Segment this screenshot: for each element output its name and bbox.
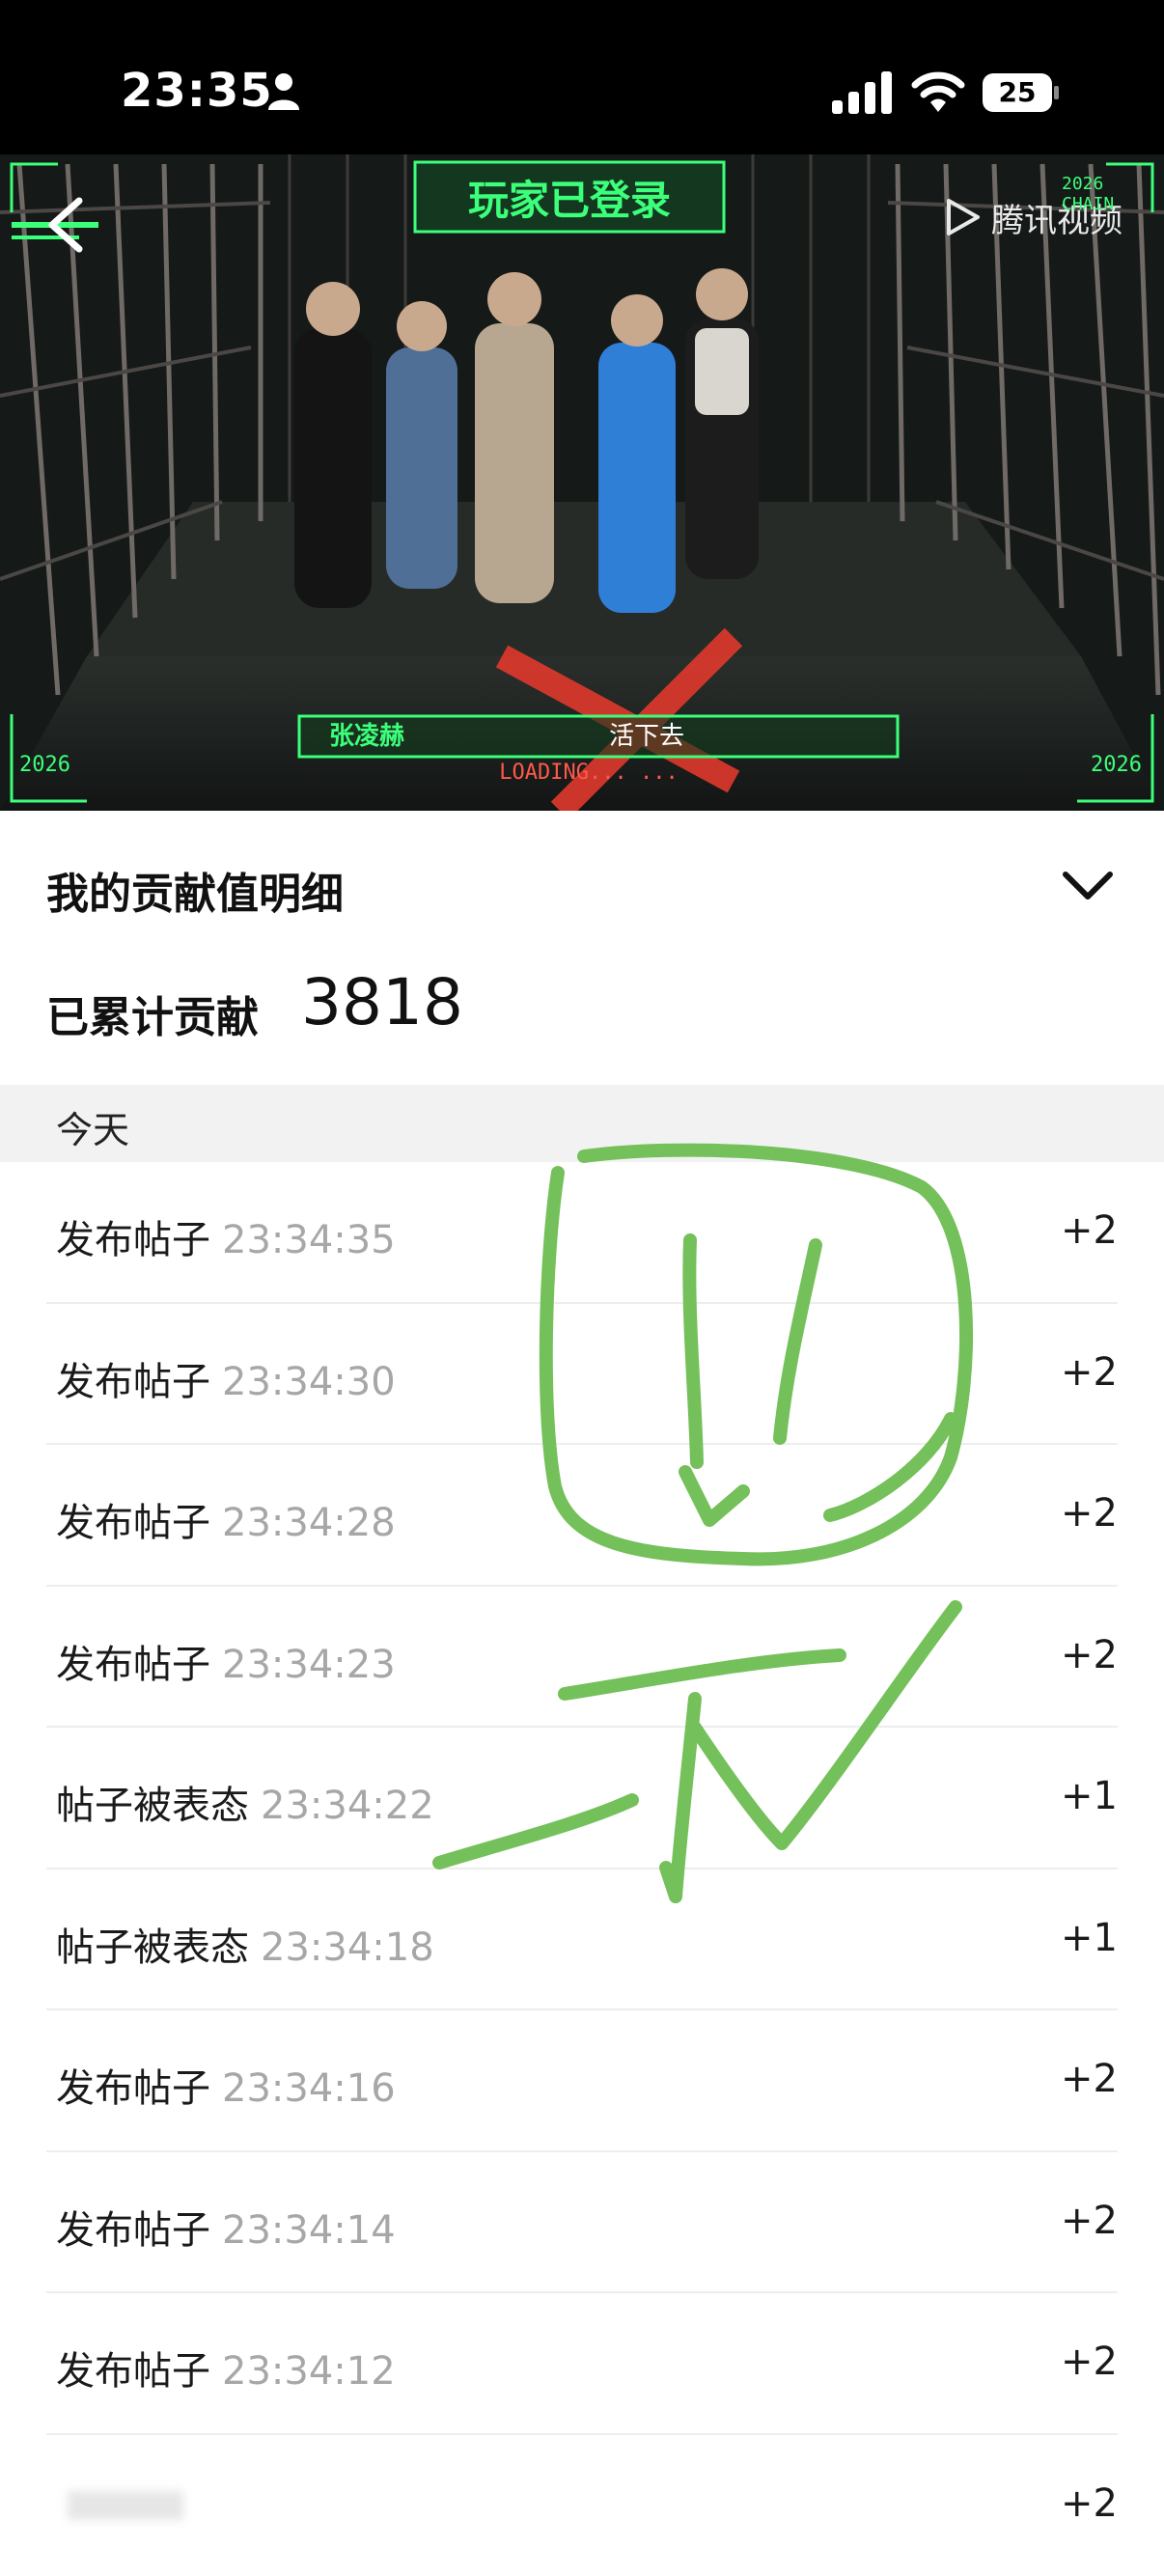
video-loading-text: LOADING... ... [463,761,714,785]
video-corner-tag: 2026 CHAIN [1062,174,1164,214]
record-type: 发布帖子 [56,2208,210,2253]
list-item: 发布帖子 23:34:30 +2 [0,1304,1164,1446]
record-type: 发布帖子 [56,1218,210,1262]
record-type: 帖子被表态 [56,1784,249,1828]
record-points: +1 [1061,1916,1118,1960]
contribution-list: 发布帖子 23:34:35 +2 发布帖子 23:34:30 +2 发布帖子 23:3… [0,1162,1164,2576]
chevron-down-icon[interactable] [1060,867,1116,905]
battery-icon: 25 [983,73,1060,112]
record-time: 23:34:12 [222,2349,396,2394]
record-points: +2 [1061,2199,1118,2243]
record-type: 发布帖子 [56,2066,210,2111]
list-item: 发布帖子 23:34:14 +2 [0,2152,1164,2294]
play-logo-icon [941,197,982,237]
video-frame [0,154,1164,811]
record-points: +2 [1061,2057,1118,2101]
record-time: 23:34:23 [222,1643,396,1687]
signal-icon [832,71,894,114]
section-title: 我的贡献值明细 [46,859,344,921]
record-time: 23:34:35 [222,1218,396,1262]
record-points: +2 [1061,1491,1118,1536]
record-points: +2 [1061,2481,1118,2526]
person-icon [266,71,301,110]
record-type: 发布帖子 [56,1360,210,1404]
record-type: 发布帖子 [56,1501,210,1545]
record-type: 帖子被表态 [56,1925,249,1970]
record-time: 23:34:18 [261,1925,434,1970]
record-points: +2 [1061,2340,1118,2384]
record-time: 23:34:30 [222,1360,396,1404]
video-year-left: 2026 [19,753,70,777]
day-label: 今天 [56,1100,129,1153]
list-item: 发布帖子 23:34:16 +2 [0,2010,1164,2152]
record-points: +2 [1061,1633,1118,1677]
chevron-left-icon[interactable] [37,191,97,259]
wifi-icon [911,69,965,112]
video-player[interactable]: 玩家已登录 腾讯视频 2026 CHAIN 张凌赫 活下去 LOADING...… [0,154,1164,811]
list-item: 发布帖子 23:34:23 +2 [0,1587,1164,1729]
list-item: 发布帖子 23:34:28 +2 [0,1445,1164,1587]
video-year-right: 2026 [1091,753,1142,777]
record-time: 23:34:22 [261,1784,434,1828]
list-item: 帖子被表态 23:34:22 +1 [0,1728,1164,1870]
record-points: +2 [1061,1208,1118,1253]
total-value: 3818 [301,965,463,1039]
record-type: 发布帖子 [56,2349,210,2394]
day-header [0,1085,1164,1162]
total-label: 已累计贡献 [46,983,259,1044]
record-time: 23:34:28 [222,1501,396,1545]
status-time: 23:35 [121,64,273,118]
record-type: 发布帖子 [56,1643,210,1687]
video-banner-text: 玩家已登录 [405,162,734,239]
battery-level: 25 [983,73,1052,112]
list-item: +2 [0,2435,1164,2576]
record-points: +1 [1061,1774,1118,1818]
record-time: 23:34:14 [222,2208,396,2253]
list-item: 发布帖子 23:34:35 +2 [0,1162,1164,1304]
status-bar: 23:35 25 [0,0,1164,154]
record-points: +2 [1061,1350,1118,1395]
record-time: 23:34:16 [222,2066,396,2111]
list-item: 发布帖子 23:34:12 +2 [0,2293,1164,2435]
list-item: 帖子被表态 23:34:18 +1 [0,1870,1164,2011]
blurred-text [68,2491,183,2520]
video-caption-text: 活下去 [540,714,753,759]
video-caption-name: 张凌赫 [299,714,434,759]
